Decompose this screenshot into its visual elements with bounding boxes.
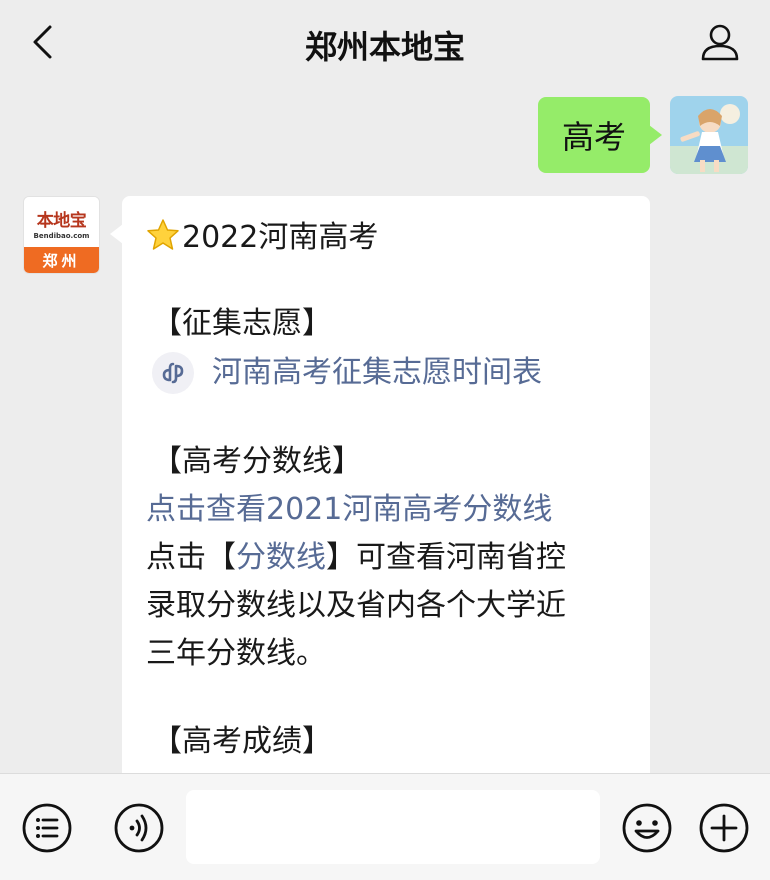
- mini-program-icon-container: [152, 352, 194, 394]
- link-zhengji-schedule[interactable]: 河南高考征集志愿时间表: [212, 353, 542, 393]
- user-message-text: 高考: [561, 118, 626, 156]
- bot-line-6: 点击【分数线】可查看河南省控: [146, 538, 566, 578]
- user-message-bubble[interactable]: 高考: [538, 97, 662, 173]
- section-fenshuxian-title: 【高考分数线】: [152, 444, 362, 479]
- bot-message-bubble: 2022河南高考 【征集志愿】 河南高考征集志愿时间表 【高考分数线】 点击查看…: [110, 196, 650, 796]
- bot-avatar[interactable]: 本地宝 Bendibao.com 郑州: [23, 196, 100, 274]
- user-avatar[interactable]: [670, 96, 748, 174]
- menu-list-icon: [22, 803, 72, 853]
- line6-prefix: 点击【: [146, 540, 236, 575]
- chat-header: 郑州本地宝: [0, 0, 770, 84]
- link-2021-scores[interactable]: 点击查看2021河南高考分数线: [146, 490, 552, 530]
- bot-line-7: 录取分数线以及省内各个大学近: [146, 588, 566, 623]
- line6-suffix: 】可查看河南省控: [326, 540, 566, 575]
- logo-text: 本地宝: [36, 211, 87, 231]
- input-bar: [0, 773, 770, 880]
- bot-line-heading: 2022河南高考: [146, 218, 378, 258]
- bot-avatar-city: 郑州: [24, 247, 99, 273]
- message-input[interactable]: [186, 790, 600, 864]
- link-fenshuxian-keyword[interactable]: 分数线: [236, 540, 326, 575]
- chat-title: 郑州本地宝: [304, 28, 465, 66]
- emoji-icon: [622, 803, 672, 853]
- bot-line-8: 三年分数线。: [146, 636, 326, 671]
- profile-button[interactable]: [696, 20, 744, 64]
- emoji-button[interactable]: [621, 802, 673, 854]
- section-zhengji-title: 【征集志愿】: [152, 306, 332, 341]
- plus-icon: [699, 803, 749, 853]
- star-icon: [147, 219, 179, 250]
- mini-program-icon: [162, 362, 184, 384]
- voice-button[interactable]: [113, 802, 165, 854]
- more-button[interactable]: [698, 802, 750, 854]
- voice-icon: [114, 803, 164, 853]
- person-icon: [701, 24, 739, 61]
- user-avatar-image: [670, 96, 748, 174]
- section-chengji-title: 【高考成绩】: [152, 724, 332, 759]
- bot-avatar-logo: 本地宝 Bendibao.com: [24, 197, 99, 249]
- logo-subtext: Bendibao.com: [33, 232, 90, 240]
- menu-button[interactable]: [21, 802, 73, 854]
- heading-text: 2022河南高考: [182, 220, 379, 255]
